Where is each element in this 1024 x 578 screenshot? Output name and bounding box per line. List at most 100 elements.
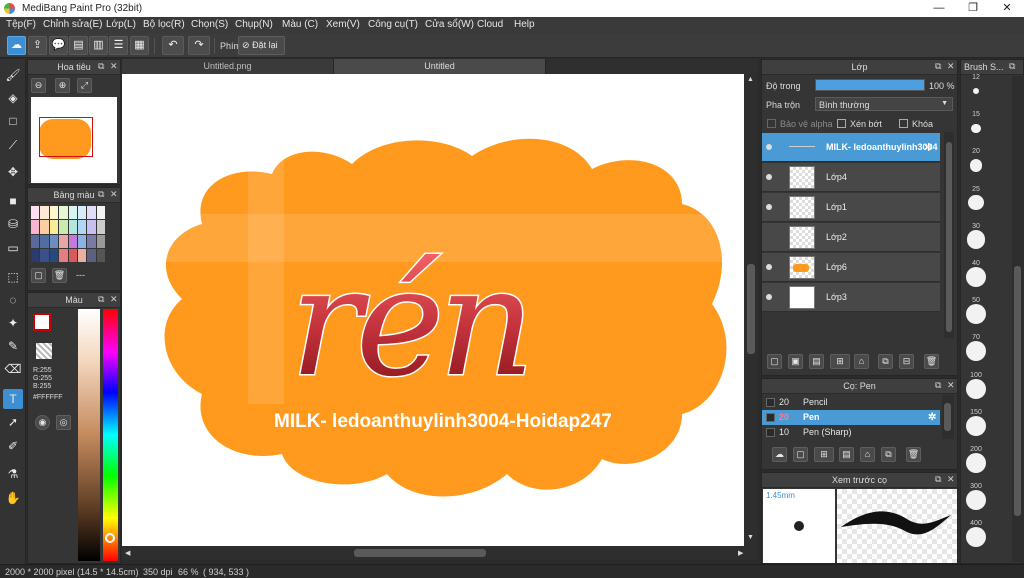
duplicate-brush-icon[interactable]: ⧉ bbox=[881, 447, 896, 462]
horizontal-scrollbar[interactable]: ◀ ▶ bbox=[122, 546, 758, 560]
brush-item[interactable]: 20 Pencil bbox=[762, 395, 940, 410]
panel-close-icon[interactable]: ✕ bbox=[947, 380, 955, 391]
color-wheel-icon[interactable]: ◉ bbox=[35, 415, 50, 430]
eraser-tool-icon[interactable]: ◈ bbox=[3, 88, 23, 108]
share-icon[interactable]: ⇪ bbox=[28, 36, 47, 55]
brush-size-dot[interactable] bbox=[966, 267, 986, 287]
magic-wand-icon[interactable]: ✦ bbox=[3, 313, 23, 333]
layer-row[interactable]: Lớp4 bbox=[762, 163, 940, 192]
folder-icon[interactable]: ⌂ bbox=[854, 354, 869, 369]
palette-swatch[interactable] bbox=[68, 234, 77, 248]
brush-size-scrollbar[interactable] bbox=[1012, 76, 1024, 562]
menu-edit[interactable]: Chỉnh sửa(E) bbox=[43, 19, 103, 30]
line-tool-icon[interactable]: ⟋ bbox=[3, 135, 23, 155]
menu-tools[interactable]: Công cụ(T) bbox=[368, 19, 418, 30]
fill-rect-tool-icon[interactable]: ■ bbox=[3, 191, 23, 211]
undock-icon[interactable]: ⧉ bbox=[98, 61, 104, 72]
panel-close-icon[interactable]: ✕ bbox=[947, 61, 955, 72]
brush-size-dot[interactable] bbox=[966, 453, 986, 473]
blend-select[interactable]: Bình thường ▼ bbox=[815, 97, 953, 111]
eye-icon[interactable] bbox=[766, 144, 772, 150]
list-icon[interactable]: ☰ bbox=[109, 36, 128, 55]
brush-size-dot[interactable] bbox=[973, 88, 979, 94]
eye-icon[interactable] bbox=[766, 174, 772, 180]
bucket-tool-icon[interactable]: ⛁ bbox=[3, 214, 23, 234]
hue-slider[interactable] bbox=[103, 309, 118, 561]
maximize-button[interactable]: ❐ bbox=[956, 0, 990, 17]
palette-swatch[interactable] bbox=[68, 220, 77, 234]
palette-swatch[interactable] bbox=[68, 248, 77, 262]
menu-cloud[interactable]: Cloud bbox=[477, 19, 503, 30]
menu-snap[interactable]: Chụp(N) bbox=[235, 19, 273, 30]
redo-icon[interactable]: ↷ bbox=[188, 36, 210, 55]
reset-button[interactable]: ⊘ Đặt lại bbox=[238, 36, 285, 55]
brush-item[interactable]: 20 Pen ✲ bbox=[762, 410, 940, 425]
panel-close-icon[interactable]: ✕ bbox=[110, 189, 118, 200]
vertical-scrollbar[interactable]: ▲ ▼ bbox=[744, 74, 758, 546]
brightness-slider[interactable] bbox=[78, 309, 100, 561]
brush-size-dot[interactable] bbox=[966, 415, 986, 436]
panel-close-icon[interactable]: ✕ bbox=[110, 294, 118, 305]
palette-swatch[interactable] bbox=[87, 206, 96, 220]
palette-swatch[interactable] bbox=[68, 206, 77, 220]
undo-icon[interactable]: ↶ bbox=[162, 36, 184, 55]
palette-swatch[interactable] bbox=[49, 206, 59, 220]
fit-icon[interactable]: ⤢ bbox=[77, 78, 92, 93]
palette-swatch[interactable] bbox=[31, 206, 40, 220]
close-button[interactable]: ✕ bbox=[990, 0, 1024, 17]
select-eraser-icon[interactable]: ⌫ bbox=[3, 359, 23, 379]
palette-swatch[interactable] bbox=[77, 220, 87, 234]
lasso-tool-icon[interactable]: ◌ bbox=[3, 290, 23, 310]
scroll-left-icon[interactable]: ◀ bbox=[125, 549, 130, 557]
palette-swatch[interactable] bbox=[96, 206, 105, 220]
minimize-button[interactable]: — bbox=[922, 0, 956, 17]
clipping-checkbox[interactable] bbox=[837, 119, 846, 128]
menu-select[interactable]: Chọn(S) bbox=[191, 19, 228, 30]
panel-close-icon[interactable]: ✕ bbox=[110, 61, 118, 72]
eye-icon[interactable] bbox=[766, 294, 772, 300]
undock-icon[interactable]: ⧉ bbox=[935, 380, 941, 391]
palette-swatch[interactable] bbox=[77, 234, 87, 248]
palette-swatch[interactable] bbox=[96, 248, 105, 262]
palette-swatch[interactable] bbox=[77, 248, 87, 262]
operation-tool-icon[interactable]: ➚ bbox=[3, 412, 23, 432]
add-layer-menu-icon[interactable]: ⊞ bbox=[830, 354, 850, 369]
layer-row[interactable]: Lớp3 bbox=[762, 283, 940, 312]
protect-alpha-checkbox[interactable] bbox=[767, 119, 776, 128]
undock-icon[interactable]: ⧉ bbox=[1009, 61, 1015, 72]
palette-swatch[interactable] bbox=[31, 248, 40, 262]
opacity-slider[interactable] bbox=[815, 79, 925, 91]
eye-icon[interactable] bbox=[766, 264, 772, 270]
palette-swatch[interactable] bbox=[40, 206, 49, 220]
menu-filter[interactable]: Bộ lọc(R) bbox=[143, 19, 185, 30]
layer-row[interactable]: MILK- ledoanthuylinh3004 ✲ bbox=[762, 133, 940, 162]
trash-icon[interactable]: 🗑 bbox=[906, 447, 921, 462]
menu-view[interactable]: Xem(V) bbox=[326, 19, 360, 30]
brush-tool-icon[interactable]: 🖌 bbox=[3, 65, 23, 85]
layer-row[interactable]: Lớp6 bbox=[762, 253, 940, 282]
dropper-pen-icon[interactable]: ✐ bbox=[3, 436, 23, 456]
scroll-up-icon[interactable]: ▲ bbox=[747, 76, 754, 83]
brush-menu-icon[interactable]: ⊞ bbox=[814, 447, 834, 462]
tab-untitled[interactable]: Untitled bbox=[334, 59, 546, 74]
text-tool-icon[interactable]: T bbox=[3, 389, 23, 409]
palette-swatch[interactable] bbox=[87, 234, 96, 248]
layers-scrollbar[interactable] bbox=[944, 132, 954, 338]
new-8bit-layer-icon[interactable]: ▤ bbox=[809, 354, 824, 369]
select-tool-icon[interactable]: ⬚ bbox=[3, 267, 23, 287]
eye-icon[interactable] bbox=[766, 204, 772, 210]
palette-swatch[interactable] bbox=[96, 234, 105, 248]
palette-swatch[interactable] bbox=[40, 248, 49, 262]
zoom-out-icon[interactable]: ⊖ bbox=[31, 78, 46, 93]
menu-window[interactable]: Cửa sổ(W) bbox=[425, 19, 474, 30]
brush-doc-icon[interactable]: ▤ bbox=[839, 447, 854, 462]
menu-help[interactable]: Help bbox=[514, 19, 535, 30]
new-brush-icon[interactable]: ▢ bbox=[793, 447, 808, 462]
palette-swatch[interactable] bbox=[87, 220, 96, 234]
trash-icon[interactable]: 🗑 bbox=[924, 354, 939, 369]
navigator-preview[interactable] bbox=[31, 97, 117, 183]
menu-file[interactable]: Tệp(F) bbox=[6, 19, 36, 30]
palette-swatch[interactable] bbox=[49, 220, 59, 234]
scroll-down-icon[interactable]: ▼ bbox=[747, 534, 754, 541]
palette-swatch[interactable] bbox=[59, 234, 68, 248]
